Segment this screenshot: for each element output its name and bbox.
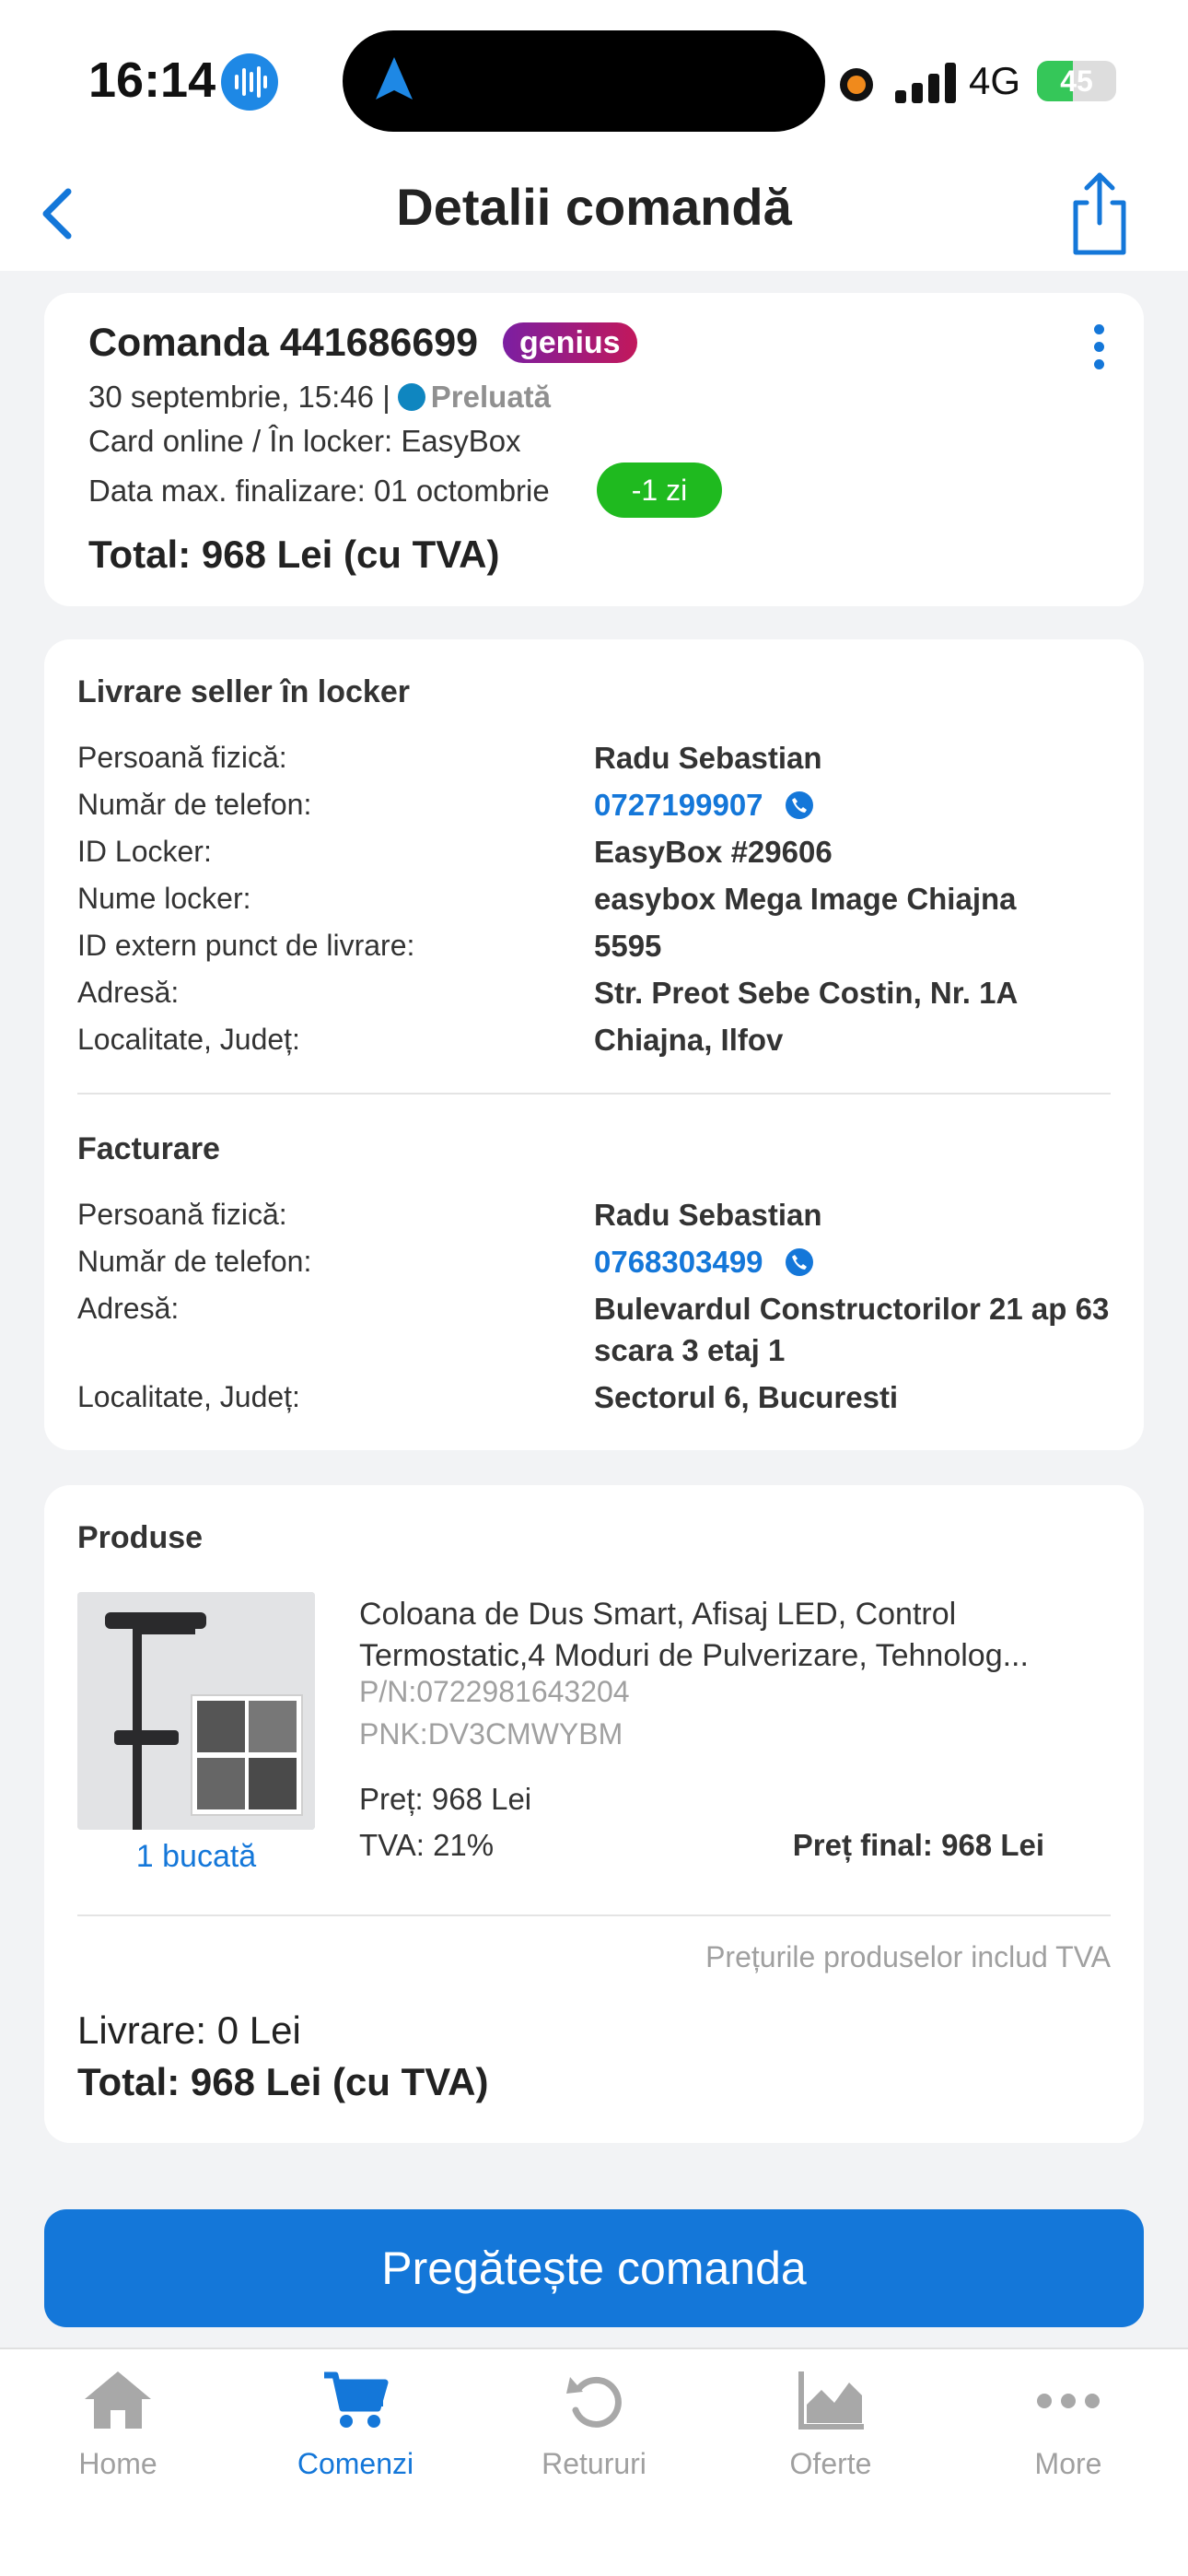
billing-phone-value[interactable]: 0768303499: [594, 1245, 763, 1279]
billing-city-value: Sectorul 6, Bucuresti: [594, 1380, 899, 1414]
order-payment: Card online / În locker: EasyBox: [88, 424, 521, 458]
status-bar: 16:14 4G 45: [0, 0, 1188, 157]
deadline-badge: -1 zi: [597, 463, 722, 518]
tab-comenzi[interactable]: Comenzi: [263, 2368, 448, 2481]
network-type: 4G: [969, 59, 1021, 102]
products-divider: [77, 1914, 1111, 1916]
locker-id-label: ID Locker:: [77, 835, 212, 868]
billing-city-label: Localitate, Județ:: [77, 1380, 300, 1413]
share-icon[interactable]: [1059, 168, 1140, 260]
delivery-cost: Livrare: 0 Lei: [77, 2008, 301, 2052]
product-final-price: Preț final: 968 Lei: [792, 1828, 1044, 1862]
locker-name-label: Nume locker:: [77, 882, 251, 915]
home-icon: [85, 2371, 151, 2429]
cart-icon: [324, 2371, 389, 2428]
product-pn: P/N:0722981643204: [359, 1675, 630, 1708]
order-status: Preluată: [430, 380, 552, 414]
order-datetime: 30 septembrie, 15:46 |: [88, 380, 390, 414]
delivery-address-value: Str. Preot Sebe Costin, Nr. 1A: [594, 976, 1019, 1010]
tab-home[interactable]: Home: [26, 2368, 210, 2481]
delivery-phone-link[interactable]: 0727199907: [594, 784, 1110, 825]
navigation-arrow-icon: [373, 55, 415, 108]
voice-activity-icon: [221, 53, 278, 111]
tab-comenzi-label: Comenzi: [297, 2447, 414, 2480]
products-card: Produse 1 bucată Coloana de Dus Smart, A…: [44, 1485, 1144, 2143]
order-summary-card: Comanda 441686699 genius 30 septembrie, …: [44, 293, 1144, 606]
tab-oferte[interactable]: Oferte: [739, 2368, 923, 2481]
locker-id-value: EasyBox #29606: [594, 835, 833, 869]
products-section-title: Produse: [77, 1520, 204, 1555]
billing-person-label: Persoană fizică:: [77, 1198, 287, 1231]
more-icon: [1037, 2394, 1100, 2408]
delivery-billing-card: Livrare seller în locker Persoană fizică…: [44, 639, 1144, 1450]
delivery-address-label: Adresă:: [77, 976, 180, 1009]
status-dot-icon: [397, 383, 425, 411]
products-total: Total: 968 Lei (cu TVA): [77, 2060, 489, 2103]
billing-phone-label: Număr de telefon:: [77, 1245, 312, 1278]
page-title: Detalii comandă: [396, 178, 792, 236]
camera-indicator-icon: [840, 68, 873, 101]
order-title: Comanda 441686699: [88, 321, 479, 365]
billing-person-value: Radu Sebastian: [594, 1198, 822, 1232]
product-price: Preț: 968 Lei: [359, 1782, 532, 1816]
delivery-person-value: Radu Sebastian: [594, 741, 822, 775]
tab-more[interactable]: More: [976, 2368, 1160, 2481]
product-pnk: PNK:DV3CMWYBM: [359, 1717, 623, 1751]
order-deadline: Data max. finalizare: 01 octombrie: [88, 474, 550, 508]
tab-retururi[interactable]: Retururi: [502, 2368, 686, 2481]
external-point-id-value: 5595: [594, 929, 662, 963]
product-vat: TVA: 21%: [359, 1828, 495, 1862]
prepare-order-button[interactable]: Pregătește comanda: [44, 2209, 1144, 2327]
tab-retururi-label: Retururi: [542, 2447, 646, 2480]
bottom-tab-bar: Home Comenzi Retururi Oferte More: [0, 2348, 1188, 2576]
more-options-icon[interactable]: [1090, 324, 1107, 376]
product-image[interactable]: [77, 1592, 315, 1830]
locker-name-value: easybox Mega Image Chiajna: [594, 882, 1017, 916]
delivery-city-value: Chiajna, Ilfov: [594, 1023, 784, 1057]
phone-icon[interactable]: [785, 1248, 813, 1276]
status-time: 16:14: [88, 53, 216, 108]
delivery-phone-label: Număr de telefon:: [77, 788, 312, 821]
product-name[interactable]: Coloana de Dus Smart, Afisaj LED, Contro…: [359, 1594, 1087, 1677]
delivery-city-label: Localitate, Județ:: [77, 1023, 300, 1056]
phone-icon[interactable]: [785, 791, 813, 819]
cellular-signal-icon: [895, 63, 960, 103]
tab-home-label: Home: [78, 2447, 157, 2480]
return-icon: [566, 2376, 622, 2428]
billing-phone-link[interactable]: 0768303499: [594, 1241, 1110, 1282]
product-quantity[interactable]: 1 bucată: [77, 1839, 315, 1875]
billing-address-value: Bulevardul Constructorilor 21 ap 63 scar…: [594, 1292, 1110, 1367]
battery-icon: 45: [1037, 61, 1116, 101]
billing-section-title: Facturare: [77, 1131, 220, 1166]
delivery-phone-value[interactable]: 0727199907: [594, 788, 763, 822]
chart-icon: [798, 2371, 864, 2430]
section-divider: [77, 1093, 1111, 1095]
external-point-id-label: ID extern punct de livrare:: [77, 929, 415, 962]
battery-level: 45: [1060, 64, 1093, 98]
order-total: Total: 968 Lei (cu TVA): [88, 533, 500, 576]
delivery-person-label: Persoană fizică:: [77, 741, 287, 774]
tab-more-label: More: [1034, 2447, 1102, 2480]
billing-address-label: Adresă:: [77, 1292, 180, 1325]
vat-note: Prețurile produselor includ TVA: [705, 1940, 1111, 1973]
genius-badge: genius: [503, 322, 637, 363]
tab-oferte-label: Oferte: [789, 2447, 872, 2480]
top-nav-bar: Detalii comandă: [0, 157, 1188, 271]
order-datetime-line: 30 septembrie, 15:46 | Preluată: [88, 380, 551, 415]
delivery-section-title: Livrare seller în locker: [77, 674, 410, 709]
